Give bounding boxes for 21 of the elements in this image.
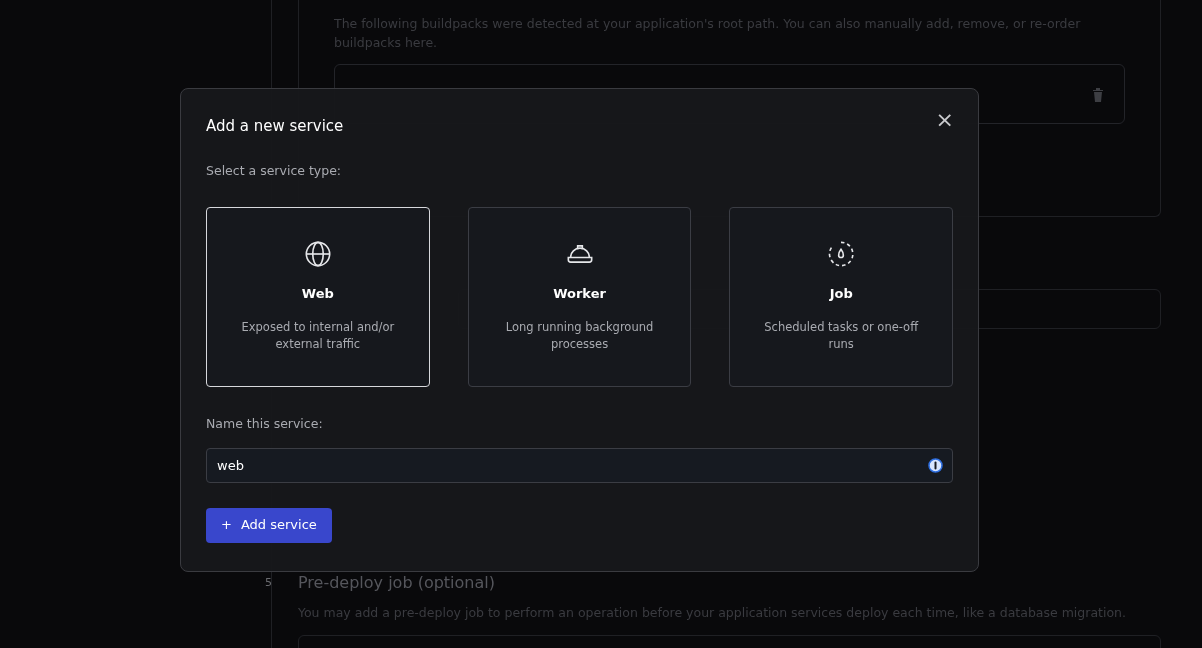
service-type-description: Long running background processes — [504, 319, 655, 354]
globe-icon — [303, 239, 332, 268]
service-type-card[interactable]: Web Exposed to internal and/or external traffic — [206, 206, 430, 387]
service-type-description: Scheduled tasks or one-off runs — [763, 319, 920, 354]
trash-icon[interactable] — [1092, 86, 1104, 102]
service-type-card[interactable]: Worker Long running background processes — [467, 206, 692, 387]
modal-title: Add a new service — [206, 116, 344, 137]
timer-icon — [827, 239, 856, 268]
service-type-name: Job — [828, 284, 854, 303]
field-label: Name this service: — [206, 414, 324, 433]
service-type-name: Web — [300, 284, 335, 303]
password-manager-icon[interactable] — [928, 457, 943, 473]
service-type-description: Exposed to internal and/or external traffic — [240, 319, 396, 354]
close-button[interactable]: × — [935, 109, 954, 131]
service-type-card[interactable]: Job Scheduled tasks or one-off runs — [729, 206, 953, 387]
name-input-field[interactable]: web — [206, 447, 953, 483]
add-service-button[interactable]: + Add service — [206, 507, 332, 543]
field-label: Select a service type: — [206, 162, 343, 180]
step-title: Pre-deploy job (optional) — [298, 572, 496, 594]
step-number: 5 — [265, 575, 272, 591]
service-type-name: Worker — [552, 284, 607, 303]
